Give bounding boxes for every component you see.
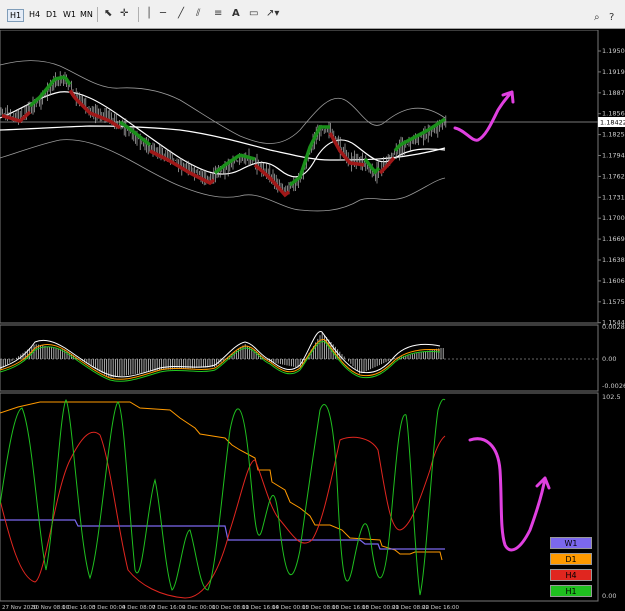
- timeframe-h1[interactable]: H1: [7, 9, 25, 22]
- label-tool-icon[interactable]: ▭: [249, 8, 258, 19]
- price-label: 1.17315: [602, 193, 625, 201]
- legend-d1: D1: [550, 553, 592, 565]
- oscillator-axis: 102.5 0.00: [602, 393, 621, 600]
- legend-h4: H4: [550, 569, 592, 581]
- price-label: 1.17625: [602, 172, 625, 180]
- price-label: 1.19500: [602, 47, 625, 55]
- horizontal-line-icon[interactable]: ─: [160, 8, 166, 19]
- price-label: 1.16380: [602, 256, 625, 264]
- help-icon[interactable]: ?: [609, 12, 614, 23]
- vertical-line-icon[interactable]: │: [146, 8, 152, 19]
- crosshair-icon[interactable]: ✛: [120, 8, 128, 19]
- chart-toolbar: H1 H4 D1 W1 MN ⬉ ✛ │ ─ ╱ ⫽ ≡ A ▭ ↗▾ ⌕ ?: [0, 0, 625, 29]
- price-label: 1.18875: [602, 89, 625, 97]
- time-label: 9 Dec 00:00: [182, 605, 216, 611]
- price-label: 1.18565: [602, 110, 625, 118]
- arrows-dropdown-icon[interactable]: ↗▾: [266, 8, 279, 19]
- text-tool-icon[interactable]: A: [232, 8, 240, 19]
- search-icon[interactable]: ⌕: [594, 12, 600, 23]
- macd-label: 0.00: [602, 355, 616, 363]
- macd-label: 0.0028: [602, 323, 625, 331]
- legend-w1: W1: [550, 537, 592, 549]
- oscillator-label: 0.00: [602, 592, 616, 600]
- macd-axis: 0.0028 0.00 -0.0026: [602, 323, 625, 390]
- price-label: 1.19190: [602, 68, 625, 76]
- time-label: 7 Dec 16:00: [152, 605, 186, 611]
- chart-area: 1.19500 1.19190 1.18875 1.18565 1.18250 1.179…: [0, 30, 625, 611]
- time-label: 22 Dec 16:00: [422, 605, 459, 611]
- fibonacci-icon[interactable]: ≡: [214, 8, 222, 19]
- current-price-label: 1.18422: [600, 119, 625, 127]
- cursor-icon[interactable]: ⬉: [104, 8, 112, 19]
- price-label: 1.15755: [602, 298, 625, 306]
- time-label: 1 Dec 16:00: [62, 605, 96, 611]
- legend-h1: H1: [550, 585, 592, 597]
- timeframe-h4[interactable]: H4: [27, 9, 42, 20]
- timeframe-mn[interactable]: MN: [78, 9, 95, 20]
- time-axis: 27 Nov 202030 Nov 08:001 Dec 16:003 Dec …: [2, 605, 459, 611]
- price-axis: 1.19500 1.19190 1.18875 1.18565 1.18250 1.179…: [598, 47, 625, 327]
- price-label: 1.17940: [602, 152, 625, 160]
- oscillator-panel: [0, 392, 599, 602]
- timeframe-d1[interactable]: D1: [44, 9, 59, 20]
- time-label: 4 Dec 08:00: [122, 605, 156, 611]
- timeframe-w1[interactable]: W1: [61, 9, 78, 20]
- price-label: 1.16065: [602, 277, 625, 285]
- toolbar-separator: [97, 7, 98, 22]
- trendline-icon[interactable]: ╱: [178, 8, 184, 19]
- price-label: 1.18250: [602, 131, 625, 139]
- macd-label: -0.0026: [602, 382, 625, 390]
- channel-icon[interactable]: ⫽: [196, 8, 200, 19]
- oscillator-label: 102.5: [602, 393, 621, 401]
- time-label: 3 Dec 00:00: [92, 605, 126, 611]
- macd-panel: [0, 324, 599, 392]
- price-label: 1.16690: [602, 235, 625, 243]
- price-label: 1.17005: [602, 214, 625, 222]
- toolbar-separator: [138, 7, 139, 22]
